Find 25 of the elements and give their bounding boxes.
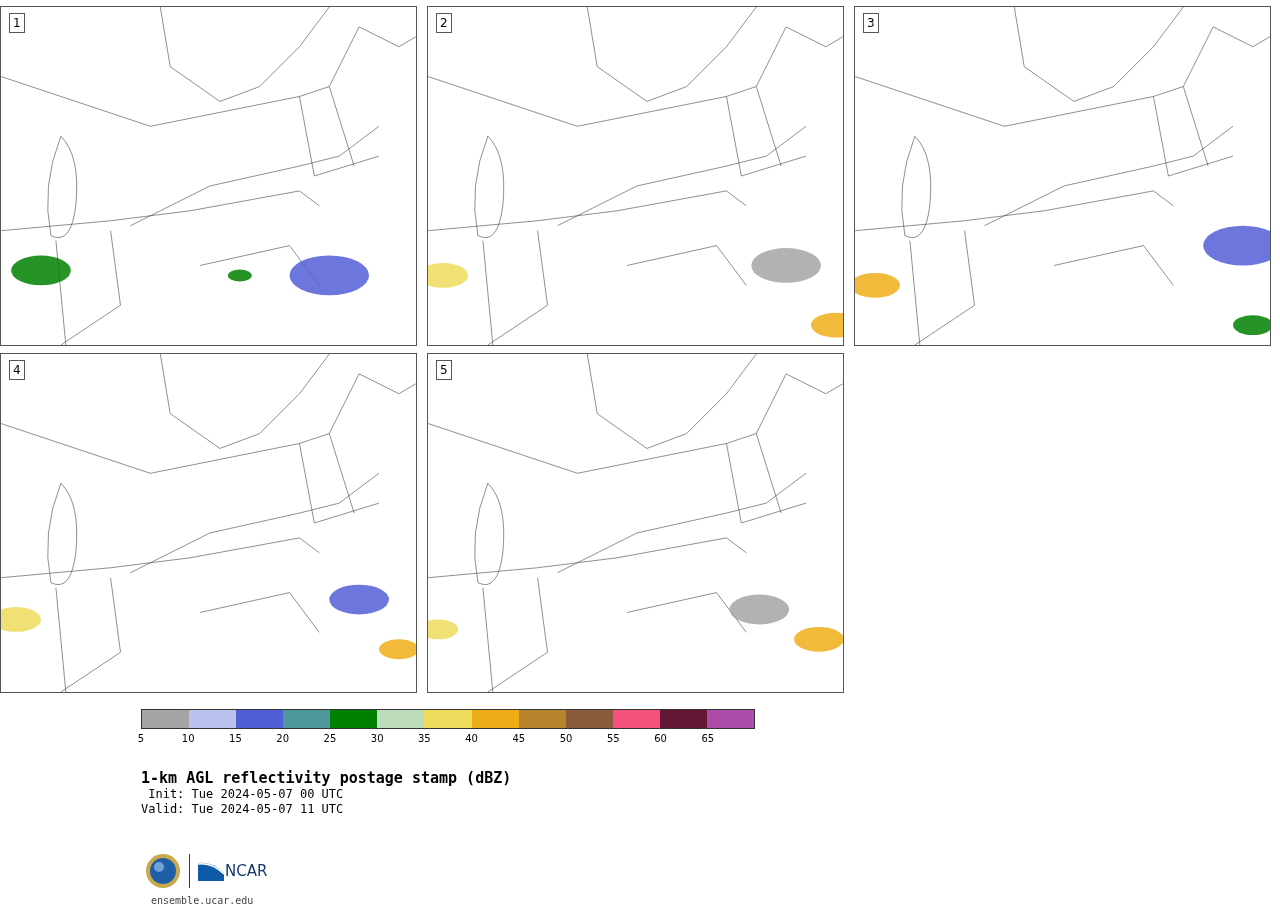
- ncar-logo: NCAR: [198, 861, 268, 881]
- panel-number: 5: [436, 360, 452, 380]
- chart-title: 1-km AGL reflectivity postage stamp (dBZ): [141, 769, 513, 787]
- website-url: ensemble.ucar.edu: [151, 895, 255, 907]
- tick-label: 35: [418, 733, 431, 745]
- tick-label: 15: [229, 733, 242, 745]
- tick-label: 45: [512, 733, 526, 745]
- tick-label: 65: [701, 733, 715, 745]
- tick-label: 30: [370, 733, 384, 745]
- tick-label: 60: [654, 733, 667, 745]
- tick-label: 25: [323, 733, 337, 745]
- valid-time: Valid: Tue 2024-05-07 11 UTC: [141, 802, 345, 817]
- globe-seal-icon: [145, 853, 181, 889]
- tick-label: 20: [276, 733, 290, 745]
- panel-number: 4: [9, 360, 25, 380]
- tick-label: 50: [559, 733, 573, 745]
- panel-number: 1: [9, 13, 25, 33]
- tick-label: 10: [181, 733, 195, 745]
- init-time: Init: Tue 2024-05-07 00 UTC: [147, 787, 345, 802]
- tick-label: 55: [606, 733, 620, 745]
- tick-label: 5: [137, 733, 145, 745]
- tick-label: 40: [465, 733, 478, 745]
- panel-number: 3: [863, 13, 879, 33]
- panel-number: 2: [436, 13, 452, 33]
- swoosh-icon: [198, 861, 224, 881]
